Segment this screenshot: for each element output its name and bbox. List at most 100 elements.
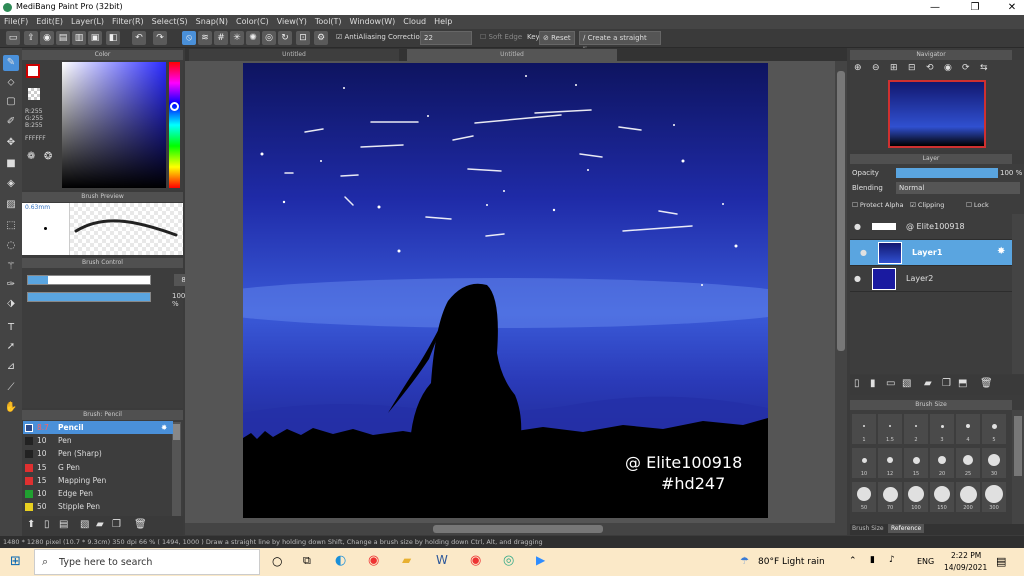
menu-select[interactable]: Select(S) <box>148 15 192 29</box>
menu-filter[interactable]: Filter(R) <box>108 15 148 29</box>
brush-size-cell[interactable]: 10 <box>852 448 876 478</box>
merge-layer-icon[interactable]: ⬒ <box>958 378 967 389</box>
brush-item[interactable]: 10 Pen <box>23 434 173 447</box>
layer-item[interactable]: ● @ Elite100918 <box>850 214 1012 240</box>
windows-start-icon[interactable]: ⊞ <box>10 555 24 569</box>
task-view-icon[interactable]: ⧉ <box>303 554 311 568</box>
rotate-reset-icon[interactable]: ◉ <box>944 63 952 73</box>
foreground-color-swatch[interactable] <box>26 64 40 78</box>
clipping-checkbox[interactable]: ☑ Clipping <box>910 201 944 209</box>
reset-button[interactable]: ⊘ Reset <box>539 31 575 45</box>
taskbar-search-box[interactable]: ⌕ Type here to search <box>34 549 260 575</box>
eye-icon[interactable]: ● <box>854 222 861 231</box>
tab-reference[interactable]: Reference <box>888 524 925 533</box>
zoom-app-icon[interactable]: ▶ <box>536 553 545 567</box>
hue-slider-knob[interactable] <box>170 102 179 111</box>
brush-size-cell[interactable]: 200 <box>956 482 980 512</box>
rotate-right-icon[interactable]: ⟳ <box>962 63 970 73</box>
tab-brush-size[interactable]: Brush Size <box>852 525 884 532</box>
brush-item[interactable]: 15 G Pen <box>23 461 173 474</box>
trash-icon[interactable]: 🗑 <box>980 378 993 389</box>
trash-icon[interactable]: 🗑 <box>134 519 147 530</box>
menu-edit[interactable]: Edit(E) <box>32 15 67 29</box>
menu-file[interactable]: File(F) <box>0 15 32 29</box>
palette-icon[interactable]: ❁ <box>27 151 35 162</box>
brush-size-scrollbar[interactable] <box>1012 410 1024 524</box>
brush-size-cell[interactable]: 1 <box>852 414 876 444</box>
new-brush-icon[interactable]: ▯ <box>44 519 50 530</box>
rotate-left-icon[interactable]: ⟲ <box>926 63 934 73</box>
layer-menu-icon[interactable]: ▧ <box>902 378 911 389</box>
notification-icon[interactable]: ▤ <box>996 555 1006 568</box>
maximize-button[interactable]: ❐ <box>966 1 984 14</box>
brush-size-cell[interactable]: 2 <box>904 414 928 444</box>
operation-tool-icon[interactable]: ➚ <box>3 339 19 355</box>
menu-tool[interactable]: Tool(T) <box>311 15 346 29</box>
tab-untitled-2[interactable]: Untitled <box>407 49 617 61</box>
brush-item[interactable]: 50 Stipple Pen <box>23 500 173 513</box>
new-8bit-layer-icon[interactable]: ▮ <box>870 378 876 389</box>
network-icon[interactable]: ▮ <box>870 555 875 565</box>
chrome-icon[interactable]: ◉ <box>368 553 379 568</box>
protect-alpha-checkbox[interactable]: ☐ Protect Alpha <box>852 201 903 209</box>
layer-opacity-slider[interactable] <box>896 168 998 178</box>
brush-size-cell[interactable]: 300 <box>982 482 1006 512</box>
save-icon[interactable]: ▤ <box>56 31 70 45</box>
clock-time[interactable]: 2:22 PM <box>951 551 981 560</box>
antialiasing-checkbox[interactable]: ☑ AntiAliasing <box>336 33 386 41</box>
snap-perspective-icon[interactable]: ✳ <box>230 31 244 45</box>
open-icon[interactable]: ⇪ <box>24 31 38 45</box>
zoom-out-icon[interactable]: ⊖ <box>872 63 880 73</box>
brush-menu-icon[interactable]: ▤ <box>59 519 68 530</box>
snap-curve-icon[interactable]: ↻ <box>278 31 292 45</box>
menu-window[interactable]: Window(W) <box>346 15 400 29</box>
eyedropper-icon[interactable]: ⟋ <box>3 380 19 396</box>
chrome-profile-icon[interactable]: ◉ <box>470 553 481 568</box>
snap-grid-icon[interactable]: # <box>214 31 228 45</box>
brush-size-cell[interactable]: 4 <box>956 414 980 444</box>
tab-untitled-1[interactable]: Untitled <box>189 49 399 61</box>
snap-circle-icon[interactable]: ◎ <box>262 31 276 45</box>
menu-cloud[interactable]: Cloud <box>399 15 430 29</box>
lock-checkbox[interactable]: ☐ Lock <box>966 201 989 209</box>
snap-radial-icon[interactable]: ✺ <box>246 31 260 45</box>
zoom-in-icon[interactable]: ⊕ <box>854 63 862 73</box>
canvas-vertical-scrollbar[interactable] <box>835 61 847 523</box>
volume-icon[interactable]: ♪ <box>889 555 895 565</box>
layer-item-selected[interactable]: ● Layer1 ✸ <box>850 240 1012 266</box>
medibang-icon[interactable]: ◎ <box>503 553 514 568</box>
brush-copy-icon[interactable]: ❐ <box>112 519 121 530</box>
fill-icon[interactable]: ◧ <box>106 31 120 45</box>
dot-tool-icon[interactable]: ▢ <box>3 94 19 110</box>
comment-icon[interactable]: ◉ <box>40 31 54 45</box>
gradient-tool-icon[interactable]: ▨ <box>3 197 19 213</box>
brush-size-cell[interactable]: 1.5 <box>878 414 902 444</box>
move-tool-icon[interactable]: ✥ <box>3 135 19 151</box>
fill-rect-icon[interactable]: ■ <box>3 156 19 172</box>
brush-size-cell[interactable]: 30 <box>982 448 1006 478</box>
flip-icon[interactable]: ⇆ <box>980 63 988 73</box>
word-icon[interactable]: W <box>436 553 448 567</box>
text-tool-icon[interactable]: T <box>3 320 19 336</box>
zoom-fit-icon[interactable]: ⊞ <box>890 63 898 73</box>
add-brush-icon[interactable]: ⬆ <box>27 519 35 530</box>
hue-slider[interactable] <box>169 62 180 188</box>
snap-gear-icon[interactable]: ⚙ <box>314 31 328 45</box>
snap-parallel-icon[interactable]: ≋ <box>198 31 212 45</box>
cloud-save-icon[interactable]: ▥ <box>72 31 86 45</box>
brush-item[interactable]: 8.7 Pencil ✸ <box>23 421 173 434</box>
bucket-tool-icon[interactable]: ◈ <box>3 176 19 192</box>
transparent-color-swatch[interactable] <box>28 88 40 100</box>
menu-color[interactable]: Color(C) <box>232 15 273 29</box>
zoom-actual-icon[interactable]: ⊟ <box>908 63 916 73</box>
snap-settings-icon[interactable]: ⊡ <box>296 31 310 45</box>
menu-view[interactable]: View(Y) <box>273 15 311 29</box>
straight-line-button[interactable]: ∕ Create a straight line <box>579 31 661 54</box>
eraser-tool-icon[interactable]: ⬦ <box>3 75 19 91</box>
brush-list-scrollbar[interactable] <box>172 422 181 516</box>
brush-size-cell[interactable]: 25 <box>956 448 980 478</box>
file-explorer-icon[interactable]: ▰ <box>402 553 411 567</box>
correction-select[interactable]: 22 <box>420 31 472 45</box>
lasso-tool-icon[interactable]: ◌ <box>3 238 19 254</box>
undo-icon[interactable]: ↶ <box>132 31 146 45</box>
